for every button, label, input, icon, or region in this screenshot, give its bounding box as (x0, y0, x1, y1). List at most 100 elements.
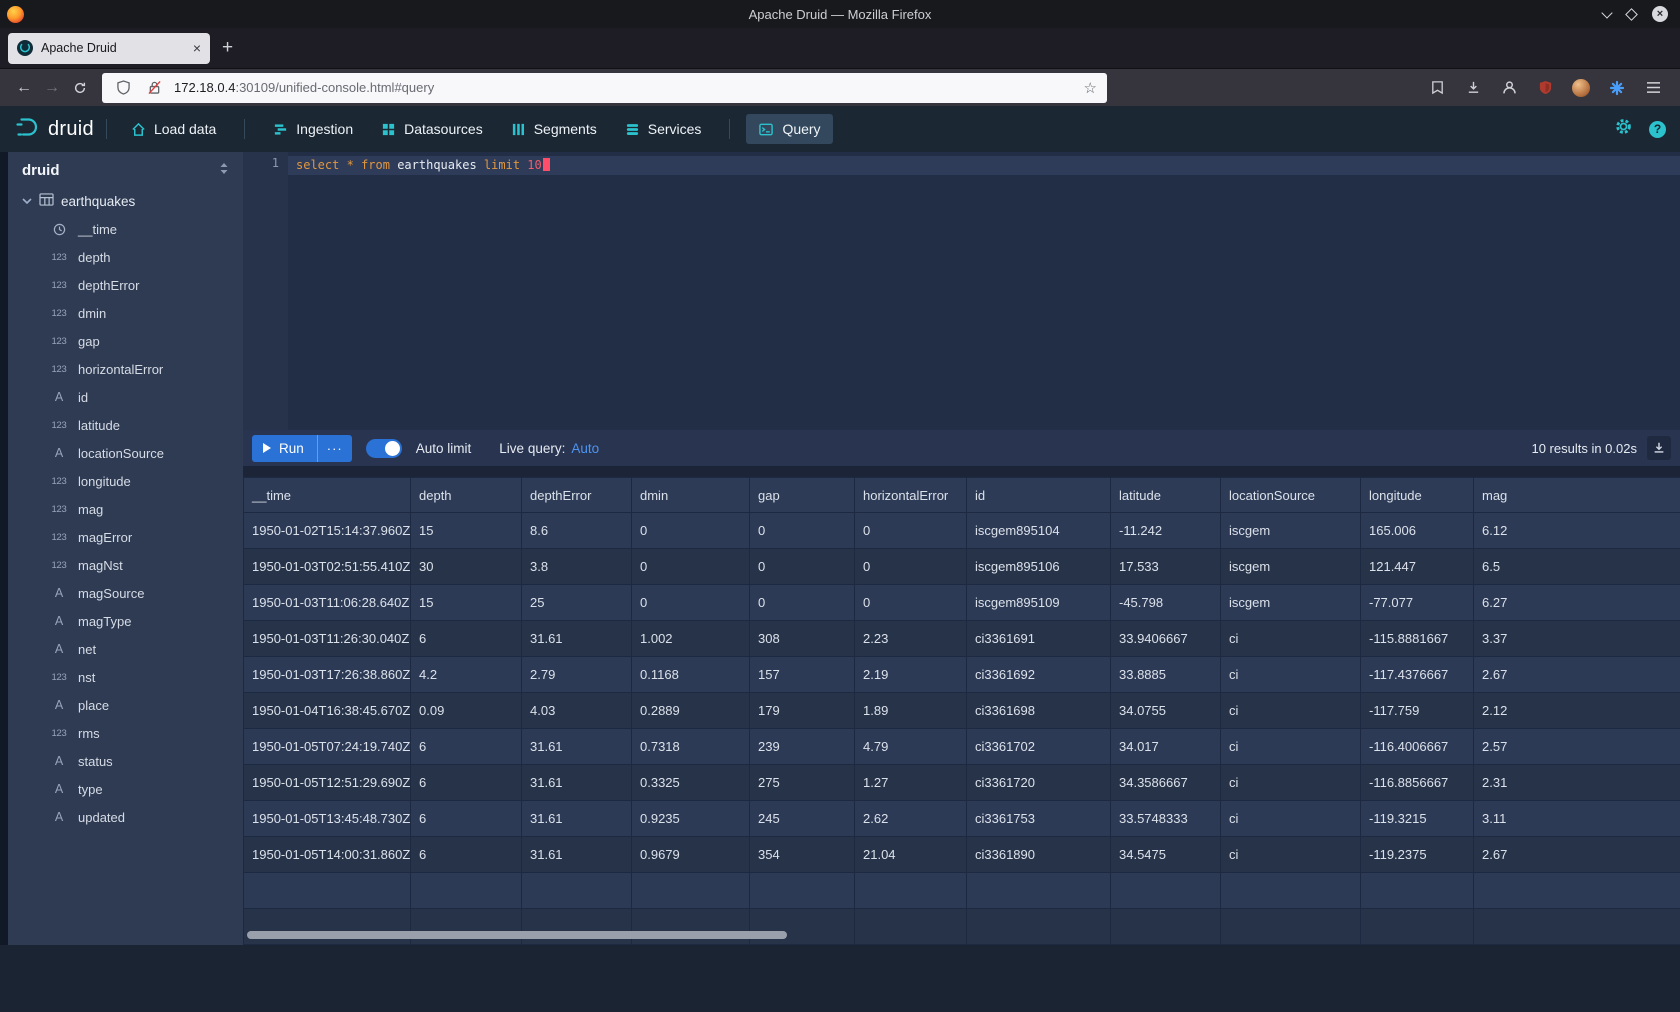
table-cell[interactable]: iscgem895109 (967, 585, 1111, 621)
table-cell[interactable]: 31.61 (522, 837, 632, 873)
table-cell[interactable]: ci3361698 (967, 693, 1111, 729)
horizontal-scrollbar[interactable] (247, 931, 787, 939)
sidebar-column-__time[interactable]: __time (8, 215, 243, 243)
auto-limit-toggle[interactable] (366, 439, 402, 458)
table-cell[interactable]: -77.077 (1361, 585, 1474, 621)
table-cell[interactable]: 6 (411, 801, 522, 837)
downloads-icon[interactable] (1462, 77, 1484, 99)
table-cell[interactable]: ci (1221, 693, 1361, 729)
table-cell[interactable]: ci (1221, 729, 1361, 765)
run-button[interactable]: Run (252, 435, 317, 462)
table-cell[interactable]: 0.2889 (632, 693, 750, 729)
table-cell[interactable]: 1950-01-02T15:14:37.960Z (244, 513, 411, 549)
save-to-pocket-icon[interactable] (1426, 77, 1448, 99)
table-cell[interactable]: 0.1168 (632, 657, 750, 693)
table-cell[interactable]: -116.8856667 (1361, 765, 1474, 801)
column-header-__time[interactable]: __time (244, 478, 411, 513)
nav-item-services[interactable]: Services (613, 114, 714, 144)
sidebar-column-depth[interactable]: 123depth (8, 243, 243, 271)
table-cell[interactable]: 6 (411, 765, 522, 801)
table-cell[interactable]: 6.12 (1474, 513, 1680, 549)
sidebar-column-mag[interactable]: 123mag (8, 495, 243, 523)
druid-brand[interactable]: druid (14, 116, 94, 143)
sidebar-column-dmin[interactable]: 123dmin (8, 299, 243, 327)
table-cell[interactable]: ci3361720 (967, 765, 1111, 801)
table-cell[interactable]: 0 (750, 549, 855, 585)
table-cell[interactable]: 0 (855, 549, 967, 585)
insecure-lock-icon[interactable] (143, 77, 165, 99)
table-cell[interactable]: ci3361890 (967, 837, 1111, 873)
table-cell[interactable]: 1950-01-03T11:06:28.640Z (244, 585, 411, 621)
sidebar-column-magNst[interactable]: 123magNst (8, 551, 243, 579)
column-header-depthError[interactable]: depthError (522, 478, 632, 513)
table-cell[interactable]: 33.9406667 (1111, 621, 1221, 657)
run-more-button[interactable]: ··· (317, 435, 352, 462)
table-cell[interactable]: 157 (750, 657, 855, 693)
table-cell[interactable]: -117.4376667 (1361, 657, 1474, 693)
table-cell[interactable]: 179 (750, 693, 855, 729)
column-header-dmin[interactable]: dmin (632, 478, 750, 513)
table-cell[interactable]: iscgem (1221, 513, 1361, 549)
new-tab-button[interactable]: + (210, 37, 245, 59)
table-cell[interactable]: 2.12 (1474, 693, 1680, 729)
table-cell[interactable]: 31.61 (522, 765, 632, 801)
table-cell[interactable]: 4.79 (855, 729, 967, 765)
table-cell[interactable]: 121.447 (1361, 549, 1474, 585)
tracking-shield-icon[interactable] (112, 77, 134, 99)
table-cell[interactable]: 34.5475 (1111, 837, 1221, 873)
table-cell[interactable]: 21.04 (855, 837, 967, 873)
table-cell[interactable]: 275 (750, 765, 855, 801)
table-cell[interactable]: 0 (855, 513, 967, 549)
sidebar-column-magType[interactable]: AmagType (8, 607, 243, 635)
table-cell[interactable]: 0.3325 (632, 765, 750, 801)
sidebar-column-id[interactable]: Aid (8, 383, 243, 411)
table-cell[interactable]: ci (1221, 657, 1361, 693)
table-cell[interactable]: 0 (855, 585, 967, 621)
sidebar-column-updated[interactable]: Aupdated (8, 803, 243, 831)
bookmark-star-icon[interactable]: ☆ (1084, 79, 1097, 97)
table-cell[interactable]: 6.27 (1474, 585, 1680, 621)
sort-columns-icon[interactable] (219, 162, 229, 179)
nav-item-ingestion[interactable]: Ingestion (261, 114, 365, 144)
table-cell[interactable]: 245 (750, 801, 855, 837)
sidebar-column-status[interactable]: Astatus (8, 747, 243, 775)
sidebar-column-depthError[interactable]: 123depthError (8, 271, 243, 299)
table-cell[interactable]: 0.9235 (632, 801, 750, 837)
live-query-value[interactable]: Auto (571, 441, 599, 456)
table-cell[interactable]: -117.759 (1361, 693, 1474, 729)
table-cell[interactable]: -119.3215 (1361, 801, 1474, 837)
table-cell[interactable]: ci3361702 (967, 729, 1111, 765)
table-cell[interactable]: 1950-01-03T11:26:30.040Z (244, 621, 411, 657)
column-header-latitude[interactable]: latitude (1111, 478, 1221, 513)
table-cell[interactable]: 1950-01-04T16:38:45.670Z (244, 693, 411, 729)
table-cell[interactable]: 1950-01-05T13:45:48.730Z (244, 801, 411, 837)
table-cell[interactable]: 3.11 (1474, 801, 1680, 837)
column-header-longitude[interactable]: longitude (1361, 478, 1474, 513)
reload-button[interactable] (66, 74, 94, 102)
table-cell[interactable]: 3.37 (1474, 621, 1680, 657)
datasource-row-earthquakes[interactable]: earthquakes (8, 187, 243, 215)
table-cell[interactable]: 34.3586667 (1111, 765, 1221, 801)
table-cell[interactable]: ci (1221, 801, 1361, 837)
download-results-button[interactable] (1647, 436, 1671, 460)
table-cell[interactable]: iscgem895106 (967, 549, 1111, 585)
table-cell[interactable]: 30 (411, 549, 522, 585)
table-cell[interactable]: 2.67 (1474, 837, 1680, 873)
minimize-button[interactable] (1601, 7, 1612, 18)
table-cell[interactable]: -116.4006667 (1361, 729, 1474, 765)
url-text[interactable]: 172.18.0.4:30109/unified-console.html#qu… (174, 80, 1075, 95)
editor-code-area[interactable]: select * from earthquakes limit 10 (288, 152, 1680, 430)
table-cell[interactable]: 4.2 (411, 657, 522, 693)
table-cell[interactable]: 2.19 (855, 657, 967, 693)
column-header-depth[interactable]: depth (411, 478, 522, 513)
sidebar-column-nst[interactable]: 123nst (8, 663, 243, 691)
table-cell[interactable]: 4.03 (522, 693, 632, 729)
table-cell[interactable]: 1950-01-03T02:51:55.410Z (244, 549, 411, 585)
close-button[interactable]: × (1652, 6, 1668, 22)
table-cell[interactable]: 1.89 (855, 693, 967, 729)
menu-hamburger-icon[interactable] (1642, 77, 1664, 99)
table-cell[interactable]: 165.006 (1361, 513, 1474, 549)
tab-close-icon[interactable]: × (193, 41, 201, 55)
table-cell[interactable]: 1.002 (632, 621, 750, 657)
sidebar-column-type[interactable]: Atype (8, 775, 243, 803)
